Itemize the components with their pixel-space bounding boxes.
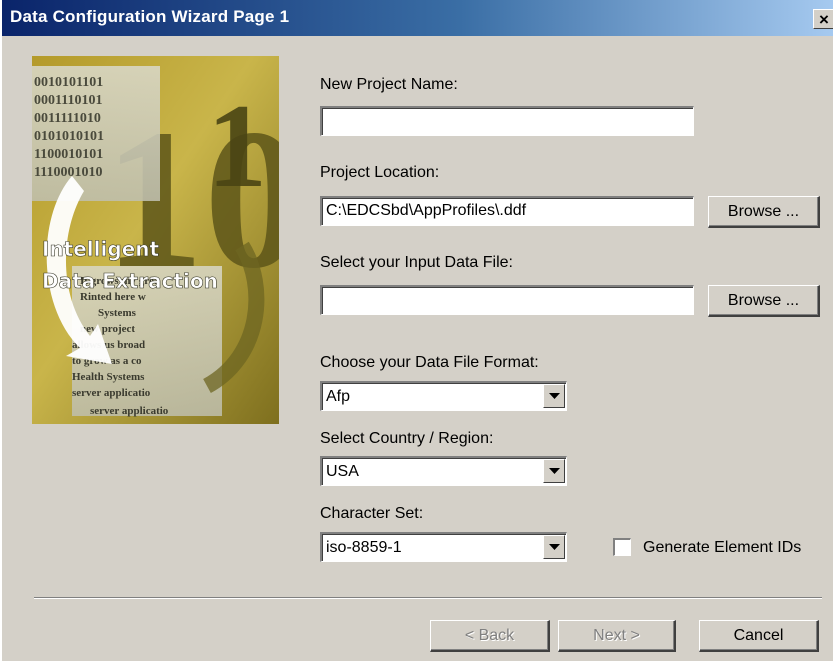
title-bar[interactable]: Data Configuration Wizard Page 1 × xyxy=(2,0,833,36)
country-select[interactable]: USA xyxy=(320,456,567,486)
format-dropdown-button[interactable] xyxy=(543,384,565,408)
logo-graphic: 10 1 0010101101 0001110101 0011111010 01… xyxy=(32,56,279,424)
close-icon: × xyxy=(819,10,829,29)
format-select[interactable]: Afp xyxy=(320,381,567,411)
logo-binary-line: 0001110101 xyxy=(34,93,102,108)
input-file-input[interactable] xyxy=(320,285,694,315)
charset-select[interactable]: iso-8859-1 xyxy=(320,532,567,562)
logo-binary-line: 0101010101 xyxy=(34,129,104,144)
cancel-button[interactable]: Cancel xyxy=(699,620,819,652)
logo-body-line: server applicatio xyxy=(90,405,169,417)
logo-big-digit-one: 1 xyxy=(207,79,267,212)
browse-location-button[interactable]: Browse ... xyxy=(708,196,820,228)
logo-body-line: new project xyxy=(80,323,135,335)
logo-binary-line: 0011111010 xyxy=(34,111,101,126)
format-label: Choose your Data File Format: xyxy=(320,354,539,371)
footer-separator xyxy=(34,597,822,599)
logo-binary-line: 0010101101 xyxy=(34,75,103,90)
logo-line-1: Intelligent xyxy=(42,237,159,261)
logo-binary-line: 1100010101 xyxy=(34,147,103,162)
charset-label: Character Set: xyxy=(320,505,424,522)
country-label: Select Country / Region: xyxy=(320,430,494,447)
product-logo: 10 1 0010101101 0001110101 0011111010 01… xyxy=(32,56,279,424)
charset-dropdown-button[interactable] xyxy=(543,535,565,559)
chevron-down-icon xyxy=(549,468,560,474)
project-name-input[interactable] xyxy=(320,106,694,136)
browse-input-button[interactable]: Browse ... xyxy=(708,285,820,317)
project-name-label: New Project Name: xyxy=(320,76,458,93)
project-location-label: Project Location: xyxy=(320,164,440,181)
back-button[interactable]: < Back xyxy=(430,620,550,652)
logo-body-line: Health Systems xyxy=(72,371,145,383)
logo-body-line: Systems xyxy=(98,307,137,319)
input-file-label: Select your Input Data File: xyxy=(320,254,513,271)
generate-ids-label[interactable]: Generate Element IDs xyxy=(643,539,801,557)
country-dropdown-button[interactable] xyxy=(543,459,565,483)
logo-binary-line: 1110001010 xyxy=(34,165,102,180)
wizard-window: Data Configuration Wizard Page 1 × 10 1 xyxy=(0,0,833,661)
country-value: USA xyxy=(326,463,359,480)
logo-line-2: Data Extraction xyxy=(42,269,218,293)
window-title: Data Configuration Wizard Page 1 xyxy=(10,7,290,26)
logo-body-line: server applicatio xyxy=(72,387,151,399)
close-button[interactable]: × xyxy=(813,9,833,29)
chevron-down-icon xyxy=(549,544,560,550)
charset-value: iso-8859-1 xyxy=(326,539,402,556)
chevron-down-icon xyxy=(549,393,560,399)
generate-ids-checkbox[interactable] xyxy=(613,538,631,556)
format-value: Afp xyxy=(326,388,351,405)
next-button[interactable]: Next > xyxy=(558,620,676,652)
project-location-input[interactable]: C:\EDCSbd\AppProfiles\.ddf xyxy=(320,196,694,226)
